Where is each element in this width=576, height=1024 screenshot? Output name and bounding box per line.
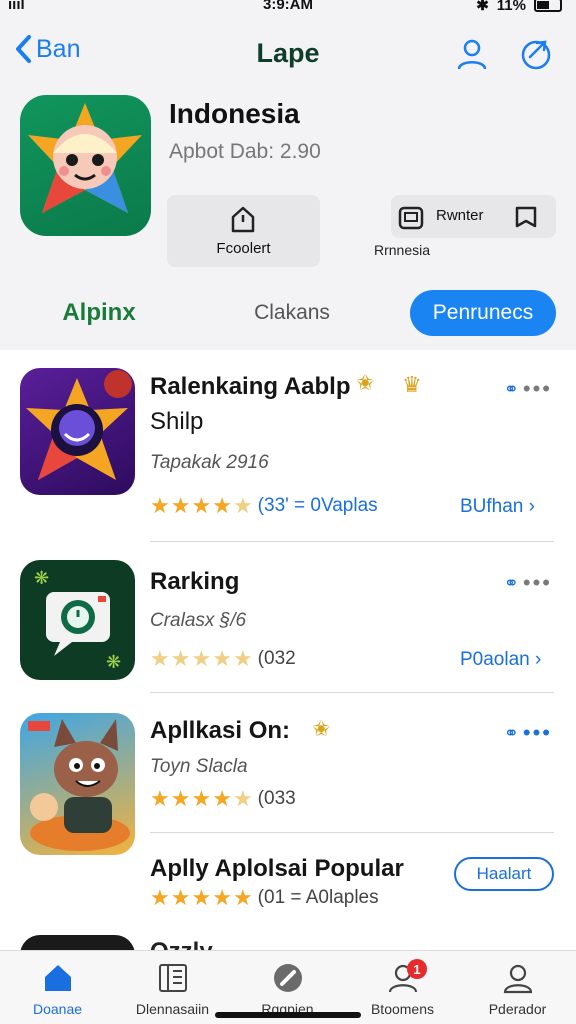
pocket-button[interactable]: Fcoolert <box>167 195 320 267</box>
more-options-3[interactable]: ⚭ ••• <box>504 720 552 746</box>
featured-app-subtitle: Apbot Dab: 2.90 <box>169 140 321 163</box>
app-rating-1: ★ ★ ★ ★ ★ (33' = 0Vaplas <box>150 493 378 518</box>
app-subtitle-rarking: Cralasx §/6 <box>150 610 247 631</box>
row-divider <box>150 541 554 542</box>
battery-icon <box>534 0 562 12</box>
home-icon <box>45 965 71 991</box>
link-icon: ⚭ <box>503 722 519 743</box>
home-indicator[interactable] <box>215 1012 361 1018</box>
get-button[interactable]: Haalart <box>454 857 554 891</box>
get-link-2[interactable]: P0aolan › <box>460 649 541 671</box>
award-icon: ✬ <box>356 370 375 395</box>
library-icon <box>159 964 187 992</box>
tab-home[interactable]: Doanae <box>0 951 115 1024</box>
segment-clakans[interactable]: Clakans <box>228 290 356 336</box>
more-options-1[interactable]: ⚭ ••• <box>504 376 552 402</box>
book-icon <box>515 206 537 228</box>
award-icon: ✬ <box>312 716 331 741</box>
rating-count-3: (033 <box>257 788 296 809</box>
tab-label-library: Dlennasaiin <box>135 1001 210 1017</box>
app-rating-2: ★ ★ ★ ★ ★ (032 <box>150 646 296 671</box>
cat-character-icon <box>28 719 130 851</box>
link-icon: ⚭ <box>503 572 519 593</box>
rating-count-2: (032 <box>257 648 296 669</box>
svg-text:❋: ❋ <box>34 568 49 589</box>
app-icon-ralenkaing[interactable] <box>20 368 135 495</box>
app-title-ralenkaing-line2: Shilp <box>150 408 204 435</box>
app-title-rarking[interactable]: Rarking <box>150 568 239 596</box>
segment-penrunecs[interactable]: Penrunecs <box>410 290 556 336</box>
tab-label-home: Doanae <box>32 1001 83 1017</box>
tab-profile[interactable]: Pderador <box>460 951 575 1024</box>
star-character-icon <box>26 370 132 480</box>
featured-app-name: Indonesia <box>169 98 300 129</box>
bluetooth-icon: ✱ <box>476 0 489 14</box>
app-rating-3: ★ ★ ★ ★ ★ (033 <box>150 786 296 811</box>
tab-label-friends: Btoomens <box>370 1001 435 1017</box>
tab-library[interactable]: Dlennasaiin <box>115 951 230 1024</box>
camera-chat-icon: ❋ ❋ <box>34 568 121 673</box>
rating-count-4: (01 = A0laples <box>257 887 379 908</box>
profile-icon <box>503 964 533 994</box>
app-subtitle-aplikasi: Toyn Slacla <box>150 756 248 777</box>
svg-text:❋: ❋ <box>106 652 121 673</box>
app-icon-aplikasi[interactable] <box>20 713 135 855</box>
app-title-popular[interactable]: Aplly Aplolsai Popular <box>150 855 404 883</box>
writer-sub-label: Rrnnesia <box>374 242 431 258</box>
segment-alpinx[interactable]: Alpinx <box>40 290 158 336</box>
tab-label-profile: Pderador <box>488 1001 547 1017</box>
status-bar: ıııl 3:9:AM ✱ 11% <box>0 0 576 18</box>
compass-icon <box>274 964 302 992</box>
link-icon: ⚭ <box>503 378 519 399</box>
writer-button[interactable]: Rwnter <box>391 195 556 238</box>
printer-icon <box>398 206 424 230</box>
featured-app-icon[interactable] <box>20 95 151 236</box>
writer-button-label: Rwnter <box>436 207 484 224</box>
share-icon[interactable] <box>518 36 554 72</box>
get-link-1[interactable]: BUfhan › <box>460 496 535 518</box>
row-divider <box>150 692 554 693</box>
app-rating-4: ★ ★ ★ ★ ★ (01 = A0laples <box>150 885 379 910</box>
account-icon[interactable] <box>454 36 490 72</box>
battery-percent: 11% <box>496 0 526 14</box>
app-title-aplikasi[interactable]: Apllkasi On: <box>150 717 290 745</box>
star-mascot-icon <box>28 103 142 213</box>
app-subtitle-ralenkaing: Tapakak 2916 <box>150 452 269 473</box>
row-divider <box>150 832 554 833</box>
more-options-2[interactable]: ⚭ ••• <box>504 570 552 596</box>
pocket-button-label: Fcoolert <box>216 240 271 257</box>
status-right-group: ✱ 11% <box>476 0 562 14</box>
app-title-ralenkaing[interactable]: Ralenkaing Aablp <box>150 373 350 401</box>
crown-icon: ♛ <box>402 372 422 397</box>
tag-icon <box>231 206 255 233</box>
notification-badge: 1 <box>407 959 427 979</box>
app-icon-rarking[interactable]: ❋ ❋ <box>20 560 135 680</box>
rating-count-1: (33' = 0Vaplas <box>257 495 378 516</box>
tab-friends[interactable]: 1 Btoomens <box>345 951 460 1024</box>
